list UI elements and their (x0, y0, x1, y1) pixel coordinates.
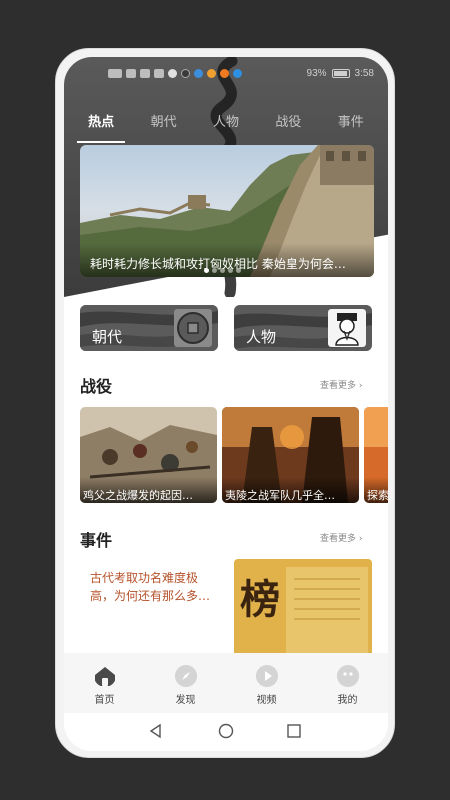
page-dot[interactable] (220, 268, 225, 273)
back-icon[interactable] (148, 723, 164, 739)
shield-icon (233, 69, 242, 78)
recents-icon[interactable] (286, 723, 302, 739)
page-dot[interactable] (212, 268, 217, 273)
status-bar: 93% 3:58 (64, 57, 388, 87)
home-icon (94, 667, 115, 686)
nav-discover[interactable]: 发现 (156, 665, 216, 713)
featured-banner[interactable]: 耗时耗力修长城和攻打匈奴相比 秦始皇为何会… (80, 145, 374, 277)
exam-board-character: 榜 (240, 576, 280, 623)
weibo-icon (207, 69, 216, 78)
nav-video[interactable]: 视频 (237, 665, 297, 713)
battles-section-title: 战役 (80, 377, 113, 396)
compass-icon (174, 665, 197, 687)
nav-label: 视频 (256, 695, 277, 706)
battle-card[interactable]: 夷陵之战军队几乎全… (222, 407, 359, 503)
battles-carousel[interactable]: 鸡父之战爆发的起因… 夷陵之战军队几乎全… 探索 (80, 407, 388, 503)
nav-home[interactable]: 首页 (75, 665, 135, 713)
banner-pagination (204, 268, 241, 273)
coin-icon (174, 309, 212, 347)
page-dot[interactable] (228, 268, 233, 273)
battery-icon (331, 69, 350, 78)
battery-percent: 93% (306, 68, 327, 79)
events-section-title: 事件 (80, 531, 113, 550)
battle-caption: 探索 (364, 477, 388, 503)
hd-icon (108, 69, 122, 78)
battle-caption: 夷陵之战军队几乎全… (222, 477, 359, 503)
nav-label: 我的 (337, 695, 358, 706)
app-icon (181, 69, 190, 78)
home-circle-icon[interactable] (218, 723, 234, 739)
tab-events[interactable]: 事件 (323, 103, 379, 139)
notification-icon (168, 69, 177, 78)
clock: 3:58 (354, 68, 374, 79)
category-label: 朝代 (92, 328, 123, 346)
battle-caption: 鸡父之战爆发的起因… (80, 477, 217, 503)
page-dot[interactable] (236, 268, 241, 273)
events-see-more-link[interactable]: 查看更多 › (320, 531, 363, 544)
see-more-label: 查看更多 (320, 534, 357, 544)
battle-card[interactable]: 鸡父之战爆发的起因… (80, 407, 217, 503)
category-dynasty-card[interactable]: 朝代 (80, 305, 218, 351)
wifi-icon (154, 69, 164, 78)
tab-dynasty[interactable]: 朝代 (136, 103, 192, 139)
status-icons-left (108, 69, 242, 78)
signal-4g-icon (140, 69, 150, 78)
chevron-right-icon: › (358, 381, 363, 391)
portrait-icon (328, 309, 366, 347)
signal-icon (126, 69, 136, 78)
see-more-label: 查看更多 (320, 381, 357, 391)
page-dot[interactable] (204, 268, 209, 273)
tab-hot[interactable]: 热点 (73, 103, 129, 143)
bottom-navigation: 首页 发现 视频 我的 (64, 653, 388, 713)
nav-label: 发现 (175, 695, 196, 706)
tab-people[interactable]: 人物 (198, 103, 254, 139)
status-icons-right: 93% 3:58 (307, 68, 374, 79)
battles-see-more-link[interactable]: 查看更多 › (320, 378, 363, 391)
category-tabs: 热点 朝代 人物 战役 事件 (64, 103, 388, 143)
system-navigation-bar (64, 713, 388, 751)
profile-icon (336, 665, 359, 687)
qq-icon (194, 69, 203, 78)
tab-battles[interactable]: 战役 (260, 103, 316, 139)
battle-card[interactable]: 探索 (364, 407, 388, 503)
nav-label: 首页 (94, 695, 115, 706)
nav-profile[interactable]: 我的 (318, 665, 378, 713)
event-headline[interactable]: 古代考取功名难度极高，为何还有那么多… (90, 569, 220, 605)
category-label: 人物 (246, 328, 277, 346)
chevron-right-icon: › (358, 534, 363, 544)
phone-frame: 93% 3:58 热点 朝代 人物 战役 事件 耗时耗力修长城和攻打匈奴相比 秦… (55, 48, 395, 758)
event-image[interactable]: 榜 (234, 559, 372, 659)
app-screen: 93% 3:58 热点 朝代 人物 战役 事件 耗时耗力修长城和攻打匈奴相比 秦… (64, 57, 388, 751)
category-people-card[interactable]: 人物 (234, 305, 372, 351)
taobao-icon (220, 69, 229, 78)
play-icon (255, 665, 278, 687)
